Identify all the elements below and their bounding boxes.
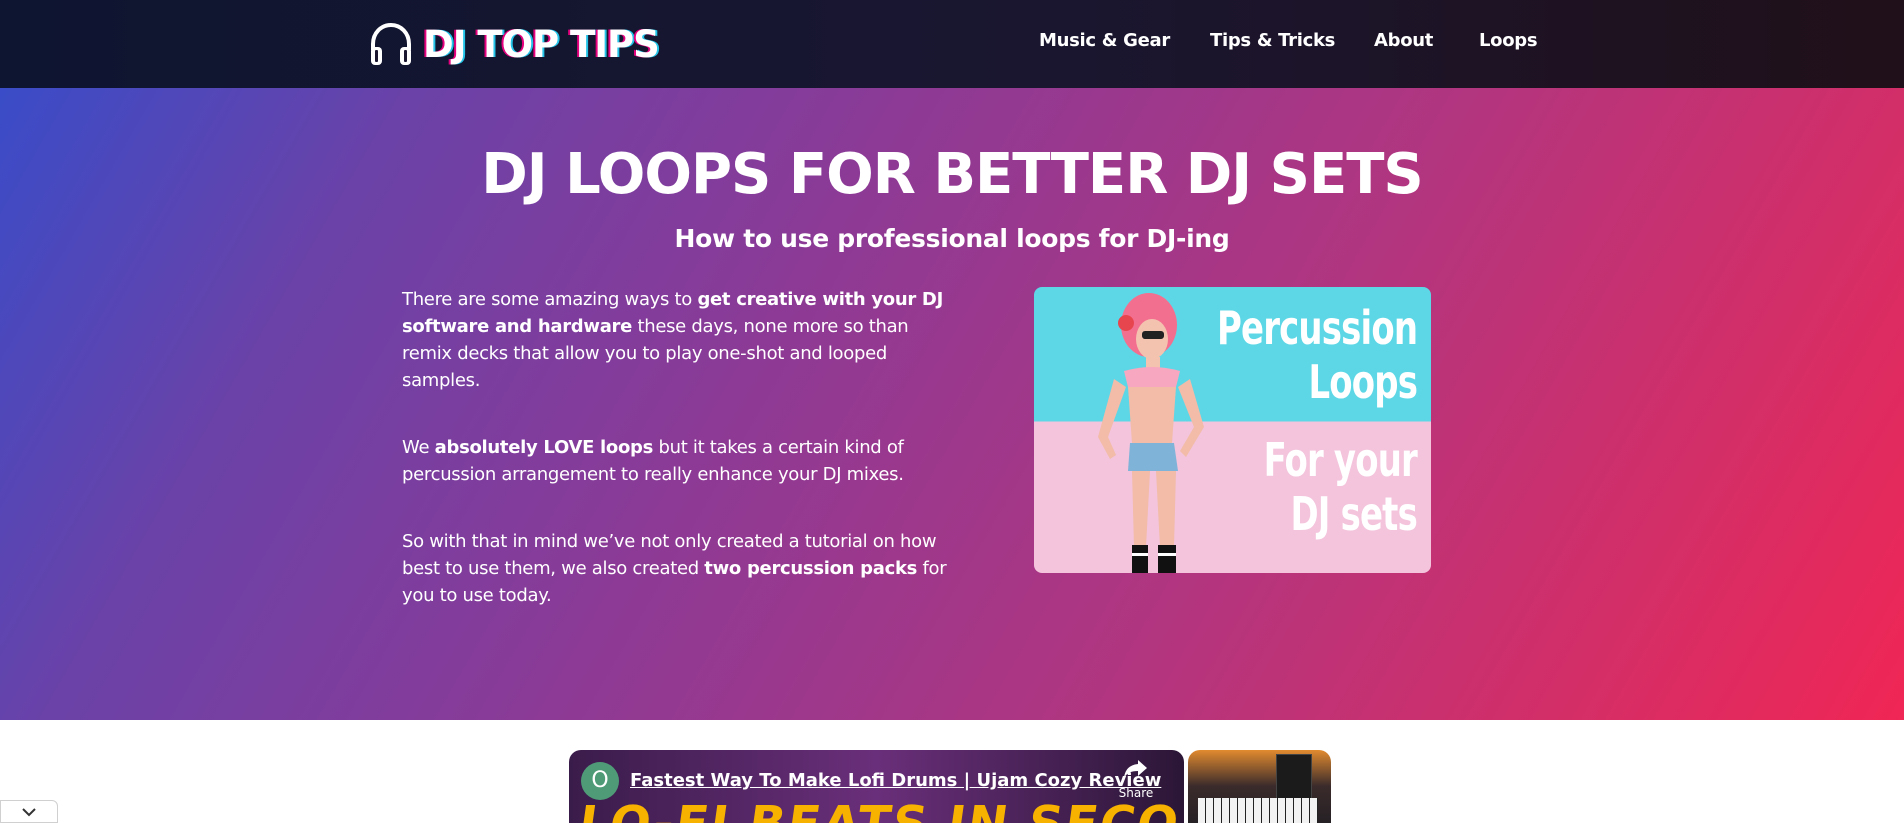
share-label: Share xyxy=(1118,786,1154,800)
site-header: DJ TOP TIPS Music & Gear Tips & Tricks A… xyxy=(0,0,1904,88)
thumbnail-menu-graphic xyxy=(1276,754,1312,802)
intro-paragraph: So with that in mind we’ve not only crea… xyxy=(402,531,947,606)
page-subtitle: How to use professional loops for DJ-ing xyxy=(674,224,1230,253)
page-title: DJ LOOPS FOR BETTER DJ SETS xyxy=(481,142,1424,207)
nav-item-about[interactable]: About xyxy=(1374,30,1433,51)
video-player[interactable]: LO-FI BEATS IN SECONDS O Fastest Way To … xyxy=(569,750,1184,823)
intro-paragraph: We absolutely LOVE loops but it takes a … xyxy=(402,437,904,485)
hero-section: DJ LOOPS FOR BETTER DJ SETS How to use p… xyxy=(0,88,1904,720)
video-title-link[interactable]: Fastest Way To Make Lofi Drums | Ujam Co… xyxy=(630,770,1161,791)
video-thumbnail-secondary[interactable] xyxy=(1188,750,1331,823)
share-button[interactable]: Share xyxy=(1116,758,1156,800)
percussion-loops-image: Percussion Loops For your DJ sets xyxy=(1034,287,1431,573)
chevron-down-icon xyxy=(22,807,36,816)
nav-item-tips-tricks[interactable]: Tips & Tricks xyxy=(1210,30,1335,51)
video-thumbnail-text: LO-FI BEATS IN SECONDS xyxy=(575,796,1184,823)
intro-paragraph: There are some amazing ways to get creat… xyxy=(402,289,943,391)
share-icon xyxy=(1124,760,1147,778)
nav-item-music-gear[interactable]: Music & Gear xyxy=(1039,30,1170,51)
nav-item-loops[interactable]: Loops xyxy=(1479,30,1538,51)
image-caption-bottom: For your DJ sets xyxy=(1263,433,1418,541)
dj-model-illustration xyxy=(1098,293,1204,573)
collapse-toggle-button[interactable] xyxy=(0,800,58,823)
image-caption-top: Percussion Loops xyxy=(1216,301,1418,409)
piano-keys-graphic xyxy=(1198,798,1318,823)
intro-text: There are some amazing ways to get creat… xyxy=(402,286,962,609)
channel-avatar[interactable]: O xyxy=(581,762,619,800)
main-nav: Music & Gear Tips & Tricks About Loops xyxy=(0,30,1904,58)
